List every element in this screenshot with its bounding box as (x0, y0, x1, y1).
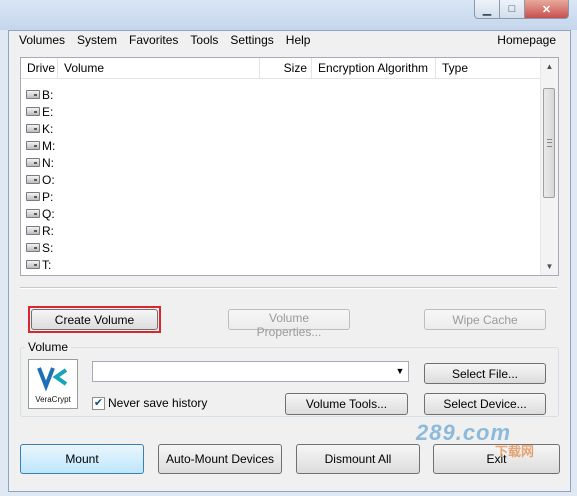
drive-row[interactable]: E: (21, 103, 540, 120)
window-controls: ▁ □ ✕ (474, 0, 569, 20)
logo-text: VeraCrypt (35, 395, 71, 404)
drive-icon (26, 90, 40, 99)
menu-settings[interactable]: Settings (224, 31, 279, 50)
wipe-cache-button[interactable]: Wipe Cache (424, 309, 546, 330)
volume-group-label: Volume (25, 340, 72, 354)
drive-letter: E: (42, 104, 54, 119)
drive-row[interactable]: K: (21, 120, 540, 137)
drive-rows: B: E: K: M: N: O: P: Q: R: S: T: (21, 86, 540, 273)
drive-row[interactable]: Q: (21, 205, 540, 222)
close-icon: ✕ (541, 3, 552, 16)
minimize-button[interactable]: ▁ (474, 0, 500, 19)
drive-row[interactable]: S: (21, 239, 540, 256)
drive-row[interactable]: O: (21, 171, 540, 188)
drive-letter: O: (42, 172, 55, 187)
menu-tools[interactable]: Tools (184, 31, 224, 50)
menu-bar: Volumes System Favorites Tools Settings … (9, 31, 570, 50)
drive-icon (26, 243, 40, 252)
scroll-up-icon[interactable]: ▲ (541, 58, 558, 75)
drive-list-scrollbar[interactable]: ▲ ▼ (540, 58, 558, 275)
separator (20, 287, 557, 289)
auto-mount-devices-button[interactable]: Auto-Mount Devices (158, 444, 282, 474)
never-save-history-option[interactable]: ✔ Never save history (92, 396, 207, 410)
drive-letter: S: (42, 240, 54, 255)
create-volume-button[interactable]: Create Volume (31, 309, 158, 330)
menu-help[interactable]: Help (280, 31, 317, 50)
drive-list-header: Drive Volume Size Encryption Algorithm T… (21, 58, 540, 79)
drive-icon (26, 158, 40, 167)
menu-favorites[interactable]: Favorites (123, 31, 184, 50)
column-drive[interactable]: Drive (21, 58, 58, 78)
volume-tools-button[interactable]: Volume Tools... (285, 393, 408, 415)
title-bar: ▁ □ ✕ (0, 0, 577, 30)
drive-row[interactable]: P: (21, 188, 540, 205)
volume-properties-button[interactable]: Volume Properties... (228, 309, 350, 339)
drive-row[interactable]: N: (21, 154, 540, 171)
drive-row[interactable]: T: (21, 256, 540, 273)
minimize-icon: ▁ (482, 3, 492, 16)
column-type[interactable]: Type (436, 58, 540, 78)
dismount-all-button[interactable]: Dismount All (296, 444, 420, 474)
drive-icon (26, 175, 40, 184)
never-save-history-label: Never save history (108, 396, 208, 410)
select-file-button[interactable]: Select File... (424, 363, 546, 384)
drive-letter: B: (42, 87, 54, 102)
drive-letter: P: (42, 189, 54, 204)
drive-letter: N: (42, 155, 54, 170)
scroll-thumb[interactable] (543, 88, 555, 198)
column-size[interactable]: Size (260, 58, 312, 78)
menu-system[interactable]: System (71, 31, 123, 50)
drive-icon (26, 107, 40, 116)
grip-icon (547, 139, 552, 147)
drive-icon (26, 226, 40, 235)
drive-icon (26, 124, 40, 133)
volume-path-input[interactable] (93, 362, 391, 380)
drive-icon (26, 141, 40, 150)
drive-row[interactable]: M: (21, 137, 540, 154)
watermark-subtext: 下载网 (495, 444, 535, 459)
select-device-button[interactable]: Select Device... (424, 393, 546, 415)
maximize-button[interactable]: □ (500, 0, 525, 19)
drive-icon (26, 192, 40, 201)
drive-letter: M: (42, 138, 56, 153)
column-encryption-algorithm[interactable]: Encryption Algorithm (312, 58, 436, 78)
mount-button[interactable]: Mount (20, 444, 144, 474)
drive-letter: R: (42, 223, 54, 238)
drive-letter: K: (42, 121, 54, 136)
drive-letter: Q: (42, 206, 55, 221)
drive-letter: T: (42, 257, 52, 272)
drive-icon (26, 209, 40, 218)
dropdown-arrow-icon[interactable]: ▼ (394, 365, 406, 378)
menu-volumes[interactable]: Volumes (9, 31, 71, 50)
drive-icon (26, 260, 40, 269)
close-button[interactable]: ✕ (525, 0, 569, 19)
veracrypt-logo-icon (37, 367, 68, 392)
column-volume[interactable]: Volume (58, 58, 260, 78)
veracrypt-logo: VeraCrypt (28, 359, 78, 409)
maximize-icon: □ (508, 3, 516, 15)
drive-row[interactable]: R: (21, 222, 540, 239)
drive-row[interactable]: B: (21, 86, 540, 103)
drive-list[interactable]: Drive Volume Size Encryption Algorithm T… (20, 57, 559, 276)
never-save-history-checkbox[interactable]: ✔ (92, 396, 105, 410)
menu-homepage[interactable]: Homepage (497, 33, 556, 47)
scroll-down-icon[interactable]: ▼ (541, 258, 558, 275)
volume-path-combo[interactable]: ▼ (92, 361, 409, 382)
